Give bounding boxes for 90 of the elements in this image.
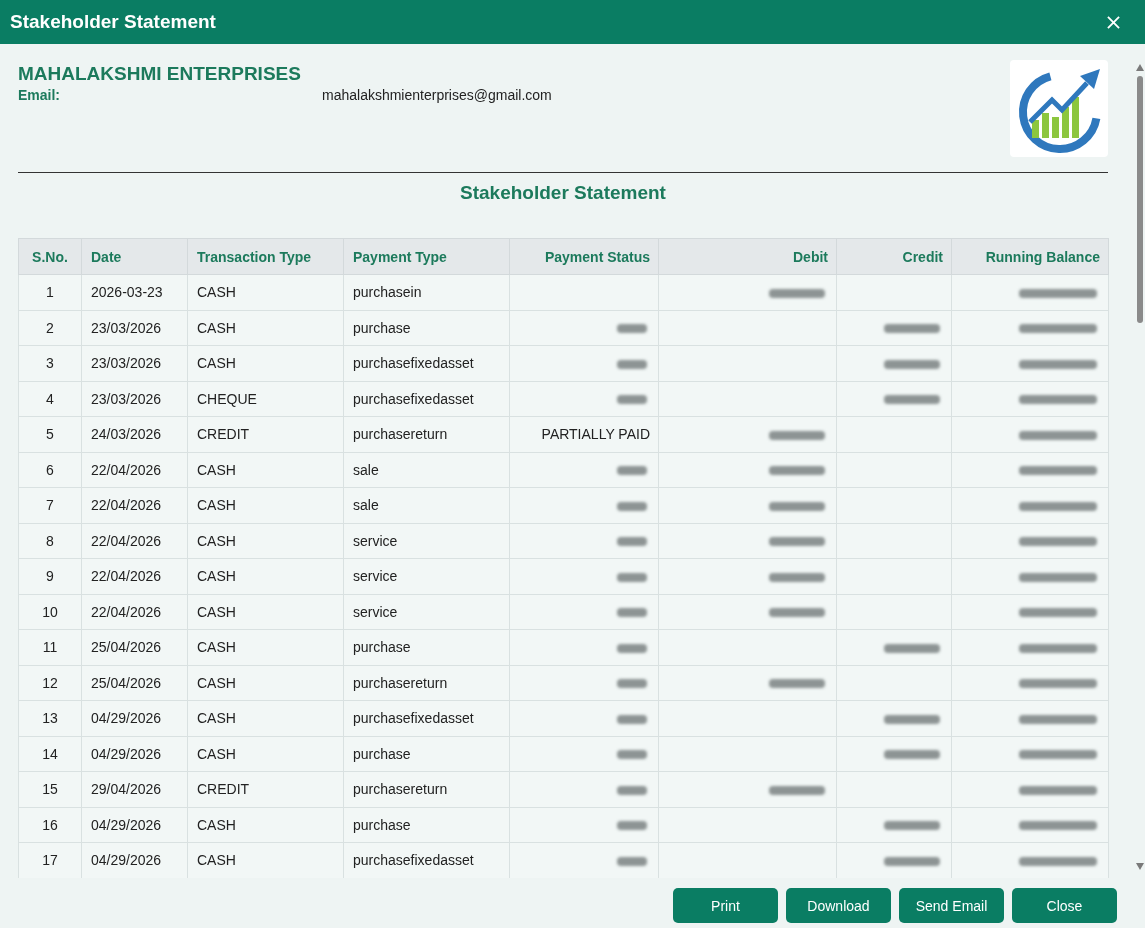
table-cell: 9	[18, 558, 82, 594]
table-cell: CASH	[187, 736, 344, 772]
email-address: mahalakshmienterprises@gmail.com	[322, 87, 552, 104]
table-cell: 3	[18, 345, 82, 381]
table-cell: purchasereturn	[343, 771, 510, 807]
table-cell: sale	[343, 452, 510, 488]
table-cell: 23/03/2026	[81, 381, 188, 417]
scroll-up-icon[interactable]	[1136, 64, 1144, 71]
dialog-button[interactable]: Print	[673, 888, 778, 923]
statement-heading: Stakeholder Statement	[460, 181, 666, 205]
column-header: Payment Status	[509, 238, 659, 275]
table-cell: CASH	[187, 558, 344, 594]
table-cell: 04/29/2026	[81, 842, 188, 878]
table-cell: CASH	[187, 842, 344, 878]
column-header: Date	[81, 238, 188, 275]
table-cell: purchase	[343, 807, 510, 843]
email-label: Email:	[18, 87, 60, 104]
table-cell: CASH	[187, 452, 344, 488]
dialog-title: Stakeholder Statement	[10, 11, 216, 33]
table-cell: service	[343, 523, 510, 559]
dialog-button[interactable]: Download	[786, 888, 891, 923]
table-cell: 25/04/2026	[81, 665, 188, 701]
table-cell: 17	[18, 842, 82, 878]
table-cell: 15	[18, 771, 82, 807]
table-cell: CHEQUE	[187, 381, 344, 417]
table-cell: CREDIT	[187, 771, 344, 807]
column-header: Debit	[658, 238, 837, 275]
table-cell: purchasefixedasset	[343, 700, 510, 736]
table-cell: sale	[343, 487, 510, 523]
table-cell: purchasereturn	[343, 665, 510, 701]
close-icon[interactable]	[1107, 15, 1120, 29]
column-header: S.No.	[18, 238, 82, 275]
table-cell: CASH	[187, 700, 344, 736]
table-cell: 29/04/2026	[81, 771, 188, 807]
table-cell: PARTIALLY PAID	[509, 416, 659, 452]
table-cell: purchasefixedasset	[343, 381, 510, 417]
table-cell: 22/04/2026	[81, 452, 188, 488]
table-cell: CASH	[187, 629, 344, 665]
table-cell: CASH	[187, 665, 344, 701]
table-cell: 10	[18, 594, 82, 630]
table-cell: purchase	[343, 629, 510, 665]
table-cell: 23/03/2026	[81, 345, 188, 381]
table-cell: CASH	[187, 594, 344, 630]
table-cell: 22/04/2026	[81, 558, 188, 594]
column-header: Credit	[836, 238, 952, 275]
table-cell: purchasefixedasset	[343, 842, 510, 878]
table-cell: 04/29/2026	[81, 736, 188, 772]
table-cell: 04/29/2026	[81, 807, 188, 843]
table-cell: CASH	[187, 310, 344, 346]
table-cell: 1	[18, 274, 82, 310]
table-cell: CASH	[187, 487, 344, 523]
table-cell: 22/04/2026	[81, 594, 188, 630]
table-cell: purchase	[343, 736, 510, 772]
table-cell: purchasefixedasset	[343, 345, 510, 381]
table-cell: 25/04/2026	[81, 629, 188, 665]
table-cell: 6	[18, 452, 82, 488]
table-cell: CREDIT	[187, 416, 344, 452]
table-cell: CASH	[187, 274, 344, 310]
company-name: MAHALAKSHMI ENTERPRISES	[18, 63, 301, 85]
table-cell: 13	[18, 700, 82, 736]
table-cell: purchase	[343, 310, 510, 346]
table-cell: 23/03/2026	[81, 310, 188, 346]
table-cell: 7	[18, 487, 82, 523]
column-header: Transaction Type	[187, 238, 344, 275]
table-cell: CASH	[187, 345, 344, 381]
column-header: Running Balance	[951, 238, 1109, 275]
table-cell: 2	[18, 310, 82, 346]
dialog-button[interactable]: Close	[1012, 888, 1117, 923]
table-cell: 22/04/2026	[81, 523, 188, 559]
table-cell: 22/04/2026	[81, 487, 188, 523]
table-cell: CASH	[187, 807, 344, 843]
table-cell: service	[343, 558, 510, 594]
table-cell: 5	[18, 416, 82, 452]
table-cell: 16	[18, 807, 82, 843]
table-cell: CASH	[187, 523, 344, 559]
table-cell: service	[343, 594, 510, 630]
table-cell: 04/29/2026	[81, 700, 188, 736]
table-cell: 8	[18, 523, 82, 559]
table-cell: purchasereturn	[343, 416, 510, 452]
table-cell: 2026-03-23	[81, 274, 188, 310]
column-header: Payment Type	[343, 238, 510, 275]
table-cell: 11	[18, 629, 82, 665]
table-cell: 14	[18, 736, 82, 772]
table-cell: 4	[18, 381, 82, 417]
table-cell: 12	[18, 665, 82, 701]
table-cell: purchasein	[343, 274, 510, 310]
table-cell: 24/03/2026	[81, 416, 188, 452]
dialog-button[interactable]: Send Email	[899, 888, 1004, 923]
scrollbar-thumb[interactable]	[1137, 76, 1143, 323]
scroll-down-icon[interactable]	[1136, 863, 1144, 870]
